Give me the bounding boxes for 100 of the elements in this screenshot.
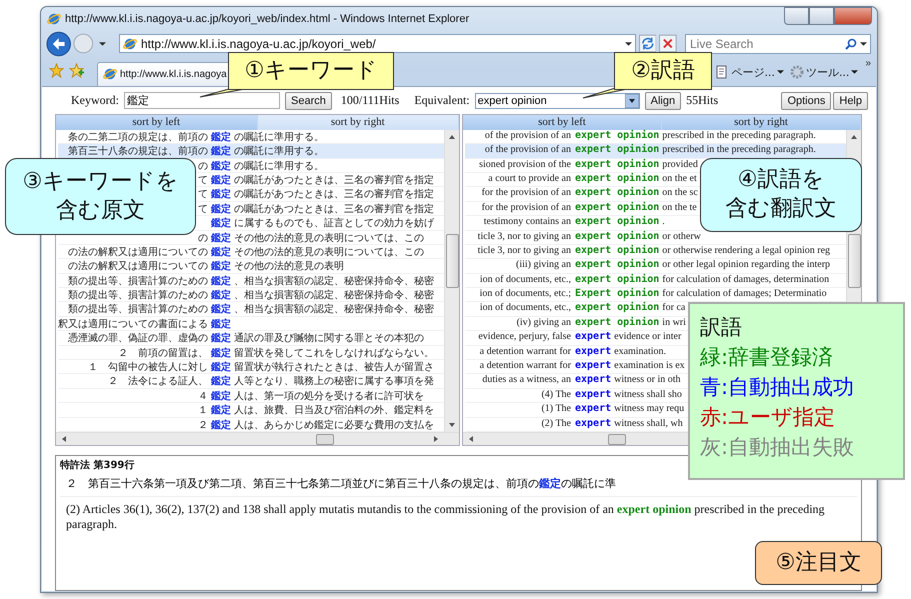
sort-header[interactable]: sort by right — [662, 114, 861, 130]
caret-icon[interactable] — [860, 40, 867, 47]
term-match: expert opinion — [575, 187, 660, 200]
minimize-button[interactable] — [784, 7, 809, 25]
callout-tooltip: ④訳語を 含む翻訳文 — [700, 158, 862, 232]
back-button[interactable] — [46, 30, 72, 57]
row-text: 類の提出等、損害計算のための — [68, 304, 208, 316]
tab-title: http://www.kl.i.is.nagoya — [120, 68, 227, 80]
detail-title: 特許法 第399行 — [60, 458, 136, 472]
sort-header[interactable]: sort by left — [463, 114, 662, 130]
row-text: その他の法的意見の表明については、この — [234, 232, 424, 244]
keyword-match[interactable]: 鑑定 — [211, 144, 231, 158]
term-match: expert opinion — [575, 144, 660, 158]
keyword-match[interactable]: 鑑定 — [211, 403, 231, 417]
keyword-match[interactable]: 鑑定 — [211, 331, 231, 345]
horizontal-scrollbar[interactable] — [56, 432, 459, 445]
sort-header[interactable]: sort by left — [56, 114, 258, 130]
keyword-match[interactable]: 鑑定 — [211, 418, 231, 431]
row-text: 、相当な損害額の認定、秘密保持命令、秘密 — [234, 274, 434, 288]
stop-icon[interactable] — [659, 34, 677, 54]
dropdown-icon[interactable] — [624, 94, 639, 108]
star-icon[interactable] — [49, 62, 64, 78]
legend-item: 緑:辞書登録済 — [700, 344, 834, 371]
maximize-button[interactable] — [809, 7, 834, 25]
term-match: expert opinion — [575, 158, 660, 172]
row-text: or otherwise rendering a legal opinion reg — [662, 244, 830, 258]
caret-icon[interactable] — [98, 40, 106, 47]
row-text: ticle 3, nor to giving an — [478, 230, 571, 242]
row-text: provided — [662, 158, 698, 172]
keyword-match[interactable]: 鑑定 — [211, 316, 231, 330]
address-bar[interactable]: http://www.kl.i.is.nagoya-u.ac.jp/koyori_web/ — [118, 34, 636, 54]
row-text: ２ — [198, 420, 208, 431]
equivalent-label: Equivalent: — [414, 93, 470, 108]
row-text: for calculation of damages, determination — [662, 274, 830, 287]
align-button[interactable]: Align — [644, 92, 682, 110]
row-text: ２ 法令による証人、 — [108, 376, 208, 388]
term-match: expert — [575, 374, 612, 388]
keyword-match[interactable]: 鑑定 — [211, 172, 231, 186]
toolbar-button[interactable]: Options — [781, 92, 832, 110]
legend-title: 訳語 — [700, 314, 743, 341]
keyword-match[interactable]: 鑑定 — [211, 274, 231, 288]
close-button[interactable] — [834, 7, 872, 25]
row-text: の — [198, 232, 208, 244]
row-text: on the et — [662, 172, 697, 186]
keyword-match[interactable]: 鑑定 — [211, 388, 231, 402]
add-star-icon[interactable] — [69, 62, 84, 78]
keyword-match[interactable]: 鑑定 — [211, 360, 231, 374]
keyword-field[interactable]: 鑑定 — [124, 92, 280, 110]
keyword-match[interactable]: 鑑定 — [211, 216, 231, 230]
vertical-scrollbar[interactable] — [444, 130, 459, 432]
search-icon[interactable] — [844, 38, 857, 50]
tools-menu[interactable]: ツール... — [788, 64, 860, 81]
row-text: for calculation of damages; Determinatio — [662, 288, 827, 302]
row-text: a detention warrant for — [480, 346, 571, 357]
row-text: on the sc — [662, 187, 698, 200]
row-text: 類の提出等、損害計算のための — [68, 276, 208, 287]
keyword-match[interactable]: 鑑定 — [211, 158, 231, 172]
row-text: 人は、第一項の処分を受ける者に許可状を — [234, 390, 424, 402]
overflow-chevron[interactable]: » — [865, 58, 871, 69]
toolbar-button[interactable]: Help — [833, 92, 868, 110]
term-match: expert — [575, 418, 612, 431]
keyword-match[interactable]: 鑑定 — [211, 346, 231, 360]
page-menu[interactable]: ページ... — [713, 64, 786, 81]
row-text: (2) The — [541, 418, 571, 429]
row-text: 留置状を発してこれをしなければならない。 — [234, 346, 434, 360]
sort-header[interactable]: sort by right — [258, 114, 459, 130]
row-text: て — [198, 174, 208, 186]
row-text: の嘱託があつたときは、三名の審判官を指定 — [234, 188, 434, 201]
keyword-match[interactable]: 鑑定 — [211, 302, 231, 316]
legend-item: 赤:ユーザ指定 — [700, 404, 836, 431]
search-button[interactable]: Search — [285, 92, 332, 110]
keyword-match[interactable]: 鑑定 — [211, 374, 231, 388]
row-text: prescribed in the preceding paragraph. — [662, 130, 816, 143]
keyword-match[interactable]: 鑑定 — [211, 259, 231, 273]
row-text: の嘱託があつたときは、三名の審判官を指定 — [234, 174, 434, 186]
term-match: expert opinion — [575, 202, 660, 215]
row-text: 留置状が執行されたときは、被告人が留置さ — [234, 360, 434, 374]
gear-icon — [790, 65, 804, 80]
search-bar[interactable]: Live Search — [684, 34, 871, 54]
keyword-match[interactable]: 鑑定 — [211, 130, 231, 144]
row-text: の嘱託に準用する。 — [234, 160, 324, 172]
term-match: expert opinion — [575, 216, 660, 230]
keyword-match[interactable]: 鑑定 — [211, 187, 231, 201]
row-text: or otherw — [662, 230, 701, 244]
caret-icon — [851, 69, 858, 76]
term-match: Expert opinion — [575, 288, 660, 302]
term-match: expert opinion — [575, 244, 660, 258]
keyword-match[interactable]: 鑑定 — [211, 230, 231, 244]
refresh-icon[interactable] — [638, 34, 656, 54]
keyword-match[interactable]: 鑑定 — [211, 244, 231, 258]
equivalent-dropdown[interactable]: expert opinion — [474, 92, 640, 109]
term-match: expert opinion — [575, 172, 660, 186]
row-text: 人は、旅費、日当及び宿泊料の外、鑑定料を — [234, 404, 434, 417]
row-text: a detention warrant for — [480, 360, 571, 372]
row-text: ion of documents, etc.; — [480, 288, 571, 300]
keyword-match[interactable]: 鑑定 — [211, 202, 231, 216]
caret-icon[interactable] — [624, 40, 632, 47]
keyword-match[interactable]: 鑑定 — [211, 288, 231, 302]
row-text: の嘱託に準用する。 — [234, 144, 324, 158]
term-match: expert — [575, 403, 612, 416]
